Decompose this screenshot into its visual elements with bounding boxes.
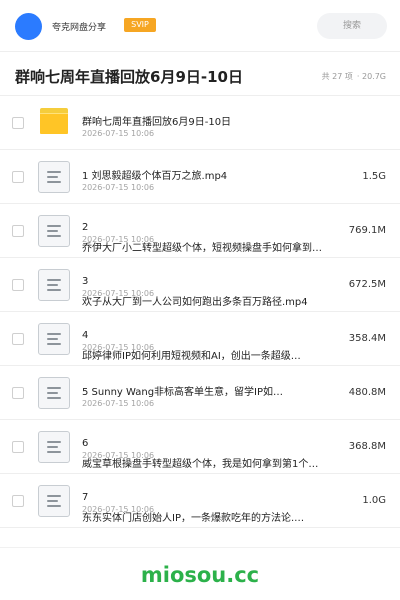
footer-divider (0, 547, 400, 548)
page-title: 群响七周年直播回放6月9日-10日 (15, 68, 243, 86)
file-size: 480.8M (348, 387, 386, 398)
item-count: 共 27 项 (321, 72, 353, 81)
file-list: 群响七周年直播回放6月9日-10日 2026-07-15 10:06 1 刘思毅… (0, 96, 400, 528)
file-name: 威宝草根操盘手转型超级个体，我是如何拿到第1个… (82, 459, 319, 470)
file-date: 2026-07-15 10:06 (82, 129, 155, 138)
row-checkbox[interactable] (12, 333, 24, 345)
row-checkbox[interactable] (12, 171, 24, 183)
row-checkbox[interactable] (12, 279, 24, 291)
file-name-line1: 4 (82, 330, 89, 341)
file-name: 邱婷律师IP如何利用短视频和AI，创出一条超级… (82, 351, 301, 362)
site-watermark: miosou.cc (140, 563, 260, 587)
total-size: · 20.7G (356, 72, 386, 81)
file-date: 2026-07-15 10:06 (82, 399, 155, 408)
folder-icon (40, 108, 68, 134)
document-icon (38, 161, 70, 193)
document-icon (38, 323, 70, 355)
document-icon (38, 431, 70, 463)
row-checkbox[interactable] (12, 225, 24, 237)
file-name: 群响七周年直播回放6月9日-10日 (82, 117, 232, 128)
file-name: 1 刘思毅超级个体百万之旅.mp4 (82, 171, 228, 182)
file-size: 1.0G (362, 495, 386, 506)
header-bar: 夸克网盘分享 SVIP 搜索 (0, 0, 400, 52)
row-checkbox[interactable] (12, 117, 24, 129)
row-checkbox[interactable] (12, 387, 24, 399)
file-name: 乔伊大厂小二转型超级个体，短视频操盘手如何拿到… (82, 243, 322, 254)
file-row[interactable]: 1 刘思毅超级个体百万之旅.mp4 2026-07-15 10:06 1.5G (0, 150, 400, 204)
file-size: 358.4M (348, 333, 386, 344)
file-name-line1: 6 (82, 438, 89, 449)
file-name-line1: 3 (82, 276, 89, 287)
file-row[interactable]: 3 2026-07-15 10:06 欢子从大厂到一人公司如何跑出多条百万路径.… (0, 258, 400, 312)
document-icon (38, 485, 70, 517)
svip-badge: SVIP (124, 18, 156, 32)
document-icon (38, 377, 70, 409)
file-date: 2026-07-15 10:06 (82, 183, 155, 192)
file-name: 欢子从大厂到一人公司如何跑出多条百万路径.mp4 (82, 297, 308, 308)
document-icon (38, 215, 70, 247)
file-name: 5 Sunny Wang非标高客单生意，留学IP如… (82, 387, 284, 398)
file-row[interactable]: 5 Sunny Wang非标高客单生意，留学IP如… 2026-07-15 10… (0, 366, 400, 420)
file-name-line1: 2 (82, 222, 89, 233)
title-row: 群响七周年直播回放6月9日-10日 共 27 项 · 20.7G (0, 52, 400, 96)
file-row[interactable]: 6 2026-07-15 10:06 威宝草根操盘手转型超级个体，我是如何拿到第… (0, 420, 400, 474)
file-row[interactable]: 7 2026-07-15 10:06 东东实体门店创始人IP，一条爆款吃年的方法… (0, 474, 400, 528)
file-size: 1.5G (362, 171, 386, 182)
search-button[interactable]: 搜索 (317, 13, 387, 39)
file-row[interactable]: 群响七周年直播回放6月9日-10日 2026-07-15 10:06 (0, 96, 400, 150)
brand-name: 夸克网盘分享 (52, 23, 107, 33)
file-size: 769.1M (348, 225, 386, 236)
file-size: 672.5M (348, 279, 386, 290)
file-size: 368.8M (348, 441, 386, 452)
file-name: 东东实体门店创始人IP，一条爆款吃年的方法论.… (82, 513, 305, 524)
file-name-line1: 7 (82, 492, 89, 503)
document-icon (38, 269, 70, 301)
share-meta: 共 27 项 · 20.7G (322, 71, 386, 82)
row-checkbox[interactable] (12, 441, 24, 453)
file-row[interactable]: 2 2026-07-15 10:06 乔伊大厂小二转型超级个体，短视频操盘手如何… (0, 204, 400, 258)
file-row[interactable]: 4 2026-07-15 10:06 邱婷律师IP如何利用短视频和AI，创出一条… (0, 312, 400, 366)
avatar[interactable] (15, 13, 42, 40)
row-checkbox[interactable] (12, 495, 24, 507)
